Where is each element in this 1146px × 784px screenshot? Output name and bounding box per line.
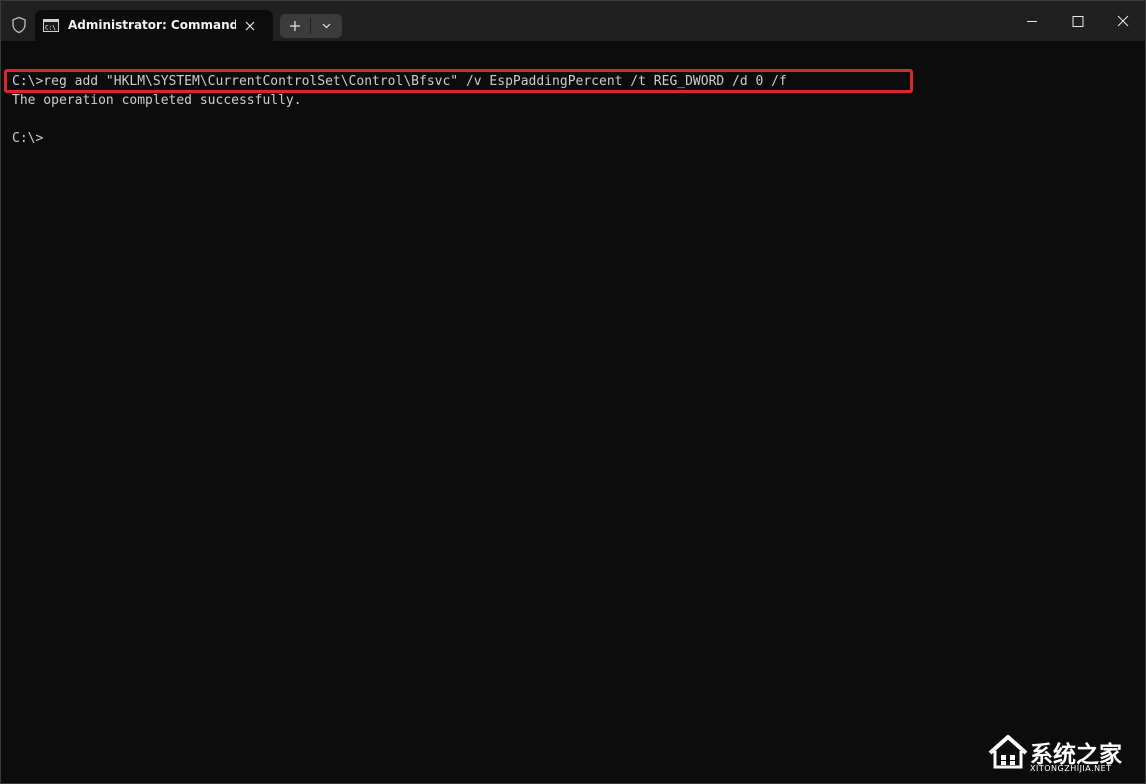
terminal-output[interactable]: C:\>reg add "HKLM\SYSTEM\CurrentControlS… [1,41,1145,783]
house-logo-icon [988,735,1028,769]
tab-command-prompt[interactable]: C:\ Administrator: Command Pro [35,10,273,42]
svg-text:C:\: C:\ [45,25,56,32]
title-bar[interactable]: C:\ Administrator: Command Pro [1,1,1146,42]
tab-actions-group [280,14,342,38]
command-line: C:\>reg add "HKLM\SYSTEM\CurrentControlS… [12,74,787,89]
chevron-down-icon[interactable] [311,14,342,38]
terminal-window: C:\ Administrator: Command Pro [0,0,1146,784]
watermark: 系统之家 XITONGZHIJIA.NET [986,727,1144,779]
plus-icon[interactable] [280,14,310,38]
prompt-line: C:\> [12,131,44,146]
command-prompt-icon: C:\ [43,19,59,32]
maximize-icon[interactable] [1055,1,1101,41]
output-line: The operation completed successfully. [12,93,302,108]
shield-icon [12,16,26,34]
minimize-icon[interactable] [1009,1,1055,41]
watermark-domain: XITONGZHIJIA.NET [1030,764,1112,773]
close-icon[interactable] [241,17,259,35]
tab-title: Administrator: Command Pro [68,18,236,32]
close-icon[interactable] [1100,1,1146,41]
